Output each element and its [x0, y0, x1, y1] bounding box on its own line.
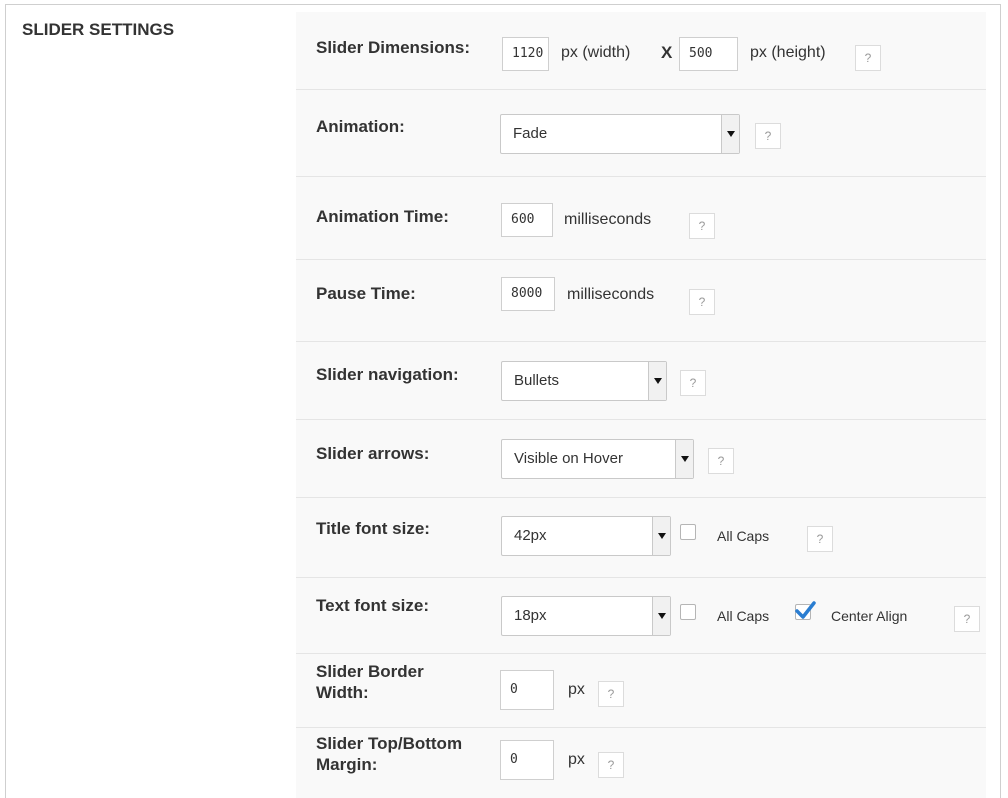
slider-navigation-select[interactable]: Bullets: [501, 361, 667, 401]
slider-border-width-label-line1: Slider Border: [316, 662, 424, 681]
dimension-separator: X: [661, 43, 673, 62]
section-title: SLIDER SETTINGS: [22, 20, 175, 39]
chevron-down-icon: [648, 362, 666, 400]
help-icon[interactable]: ?: [954, 606, 980, 632]
text-font-size-select-value: 18px: [514, 607, 547, 624]
row-text-font-size: Text font size: 18px All Caps Center Ali…: [296, 578, 986, 654]
height-unit-label: px (height): [750, 44, 826, 61]
slider-margin-unit: px: [568, 751, 585, 768]
slider-border-width-label-line2: Width:: [316, 683, 369, 702]
slider-navigation-label: Slider navigation:: [316, 365, 459, 384]
row-slider-margin: Slider Top/Bottom Margin: 0 px ?: [296, 728, 986, 798]
chevron-down-icon: [721, 115, 739, 153]
slider-margin-label-line2: Margin:: [316, 755, 378, 774]
animation-label: Animation:: [316, 117, 405, 136]
row-animation: Animation: Fade ?: [296, 90, 986, 177]
help-icon[interactable]: ?: [680, 370, 706, 396]
slider-navigation-select-value: Bullets: [514, 372, 560, 389]
help-icon[interactable]: ?: [689, 289, 715, 315]
help-icon[interactable]: ?: [598, 681, 624, 707]
slider-border-width-input[interactable]: 0: [500, 670, 554, 710]
row-slider-dimensions: Slider Dimensions: 1120 px (width) X 500…: [296, 12, 986, 90]
row-pause-time: Pause Time: 8000 milliseconds ?: [296, 260, 986, 342]
slider-arrows-select-value: Visible on Hover: [514, 450, 623, 467]
row-slider-border-width: Slider Border Width: 0 px ?: [296, 654, 986, 728]
animation-select-value: Fade: [513, 125, 548, 142]
animation-time-label: Animation Time:: [316, 207, 449, 226]
center-align-checkbox[interactable]: [795, 601, 816, 620]
chevron-down-icon: [652, 597, 670, 635]
row-title-font-size: Title font size: 42px All Caps ?: [296, 498, 986, 578]
slider-dimensions-label: Slider Dimensions:: [316, 38, 470, 57]
help-icon[interactable]: ?: [689, 213, 715, 239]
center-align-label: Center Align: [831, 608, 908, 624]
text-all-caps-checkbox[interactable]: [680, 604, 696, 620]
animation-select[interactable]: Fade: [500, 114, 740, 154]
animation-time-unit: milliseconds: [564, 211, 652, 228]
slider-margin-label: Slider Top/Bottom Margin:: [316, 733, 462, 775]
slider-margin-input[interactable]: 0: [500, 740, 554, 780]
width-unit-label: px (width): [561, 44, 631, 61]
text-font-size-label: Text font size:: [316, 596, 430, 615]
chevron-down-icon: [652, 517, 670, 555]
text-font-size-select[interactable]: 18px: [501, 596, 671, 636]
row-slider-arrows: Slider arrows: Visible on Hover ?: [296, 420, 986, 498]
slider-width-input[interactable]: 1120: [502, 37, 549, 71]
slider-height-input[interactable]: 500: [679, 37, 738, 71]
title-font-size-label: Title font size:: [316, 519, 430, 538]
help-icon[interactable]: ?: [708, 448, 734, 474]
help-icon[interactable]: ?: [855, 45, 881, 71]
slider-border-width-label: Slider Border Width:: [316, 661, 424, 703]
help-icon[interactable]: ?: [598, 752, 624, 778]
title-font-size-select[interactable]: 42px: [501, 516, 671, 556]
slider-border-width-unit: px: [568, 681, 585, 698]
title-all-caps-checkbox[interactable]: [680, 524, 696, 540]
slider-margin-label-line1: Slider Top/Bottom: [316, 734, 463, 753]
title-font-size-select-value: 42px: [514, 527, 547, 544]
slider-arrows-select[interactable]: Visible on Hover: [501, 439, 694, 479]
settings-panel: Slider Dimensions: 1120 px (width) X 500…: [296, 12, 986, 798]
text-all-caps-label: All Caps: [717, 608, 770, 624]
slider-arrows-label: Slider arrows:: [316, 444, 430, 463]
chevron-down-icon: [675, 440, 693, 478]
row-animation-time: Animation Time: 600 milliseconds ?: [296, 177, 986, 260]
title-all-caps-label: All Caps: [717, 528, 770, 544]
pause-time-input[interactable]: 8000: [501, 277, 555, 311]
help-icon[interactable]: ?: [807, 526, 833, 552]
pause-time-unit: milliseconds: [567, 286, 655, 303]
pause-time-label: Pause Time:: [316, 284, 416, 303]
help-icon[interactable]: ?: [755, 123, 781, 149]
checkmark-icon: [795, 601, 816, 619]
row-slider-navigation: Slider navigation: Bullets ?: [296, 342, 986, 420]
animation-time-input[interactable]: 600: [501, 203, 553, 237]
